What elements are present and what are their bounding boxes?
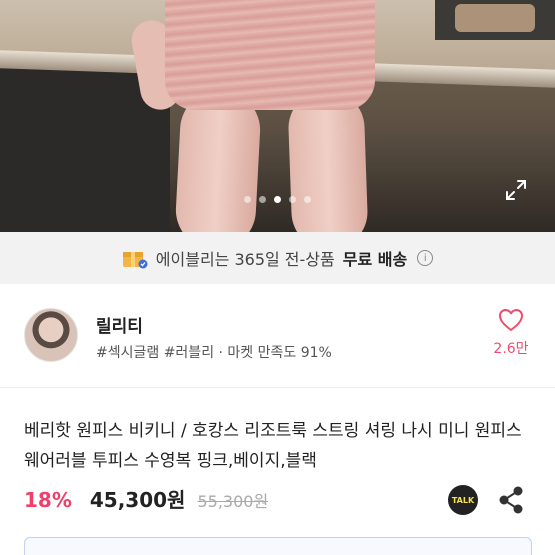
carousel-dot[interactable] [259,196,266,203]
carousel-indicator [0,196,555,203]
seller-row[interactable]: 릴리티 #섹시글램 #러블리 · 마켓 만족도 91% 2.6만 [0,284,555,384]
coupon-box[interactable] [24,537,532,555]
sale-price: 45,300원 [89,488,186,512]
like-button[interactable]: 2.6만 [486,308,536,358]
carousel-dot[interactable] [244,196,251,203]
free-shipping-banner[interactable]: 에이블리는 365일 전-상품 무료 배송 i [0,232,555,284]
free-shipping-label: 무료 배송 [342,250,408,269]
carousel-dot[interactable] [289,196,296,203]
carousel-dot[interactable] [304,196,311,203]
expand-icon[interactable] [504,178,528,202]
like-count: 2.6만 [493,341,529,357]
original-price: 55,300원 [197,492,269,511]
product-title: 베리핫 원피스 비키니 / 호캉스 리조트룩 스트링 셔링 나시 미니 원피스 … [24,421,522,471]
section-divider [0,387,555,388]
price-row: 18% 45,300원 55,300원 [24,484,268,514]
model-leg-right [287,88,369,232]
image-background-window [435,0,555,40]
kakao-talk-button[interactable]: TALK [448,485,478,515]
info-icon[interactable]: i [417,250,434,266]
seller-tags: #섹시글램 #러블리 · 마켓 만족도 91% [96,345,332,361]
seller-name[interactable]: 릴리티 [96,312,143,337]
discount-rate: 18% [24,488,72,512]
pink-skirt [165,0,375,110]
heart-icon [499,309,523,331]
delivery-box-icon [122,252,148,269]
seller-avatar[interactable] [24,308,78,362]
carousel-dot[interactable] [274,196,281,203]
shipping-text: 에이블리는 365일 전-상품 [155,250,335,269]
product-image[interactable] [0,0,555,232]
share-icon[interactable] [498,486,524,514]
